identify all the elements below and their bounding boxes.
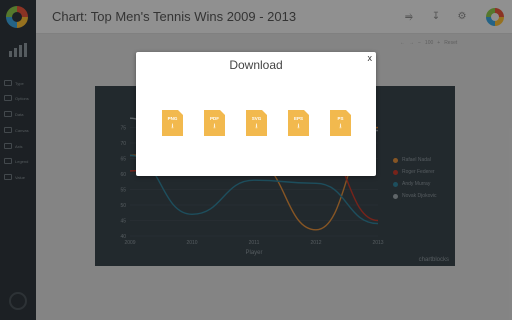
download-arrow-icon: ⭳ xyxy=(171,123,174,130)
format-label: SVG xyxy=(251,116,262,121)
format-label: PDF xyxy=(210,116,219,121)
download-arrow-icon: ⭳ xyxy=(255,123,258,130)
download-arrow-icon: ⭳ xyxy=(213,123,216,130)
download-arrow-icon: ⭳ xyxy=(339,123,342,130)
close-button[interactable]: x xyxy=(368,53,373,63)
download-modal: Download x PNG ⭳ PDF ⭳ SVG ⭳ EPS ⭳ PS ⭳ xyxy=(136,52,376,176)
format-label: EPS xyxy=(293,116,303,121)
download-format-list: PNG ⭳ PDF ⭳ SVG ⭳ EPS ⭳ PS ⭳ xyxy=(162,110,351,136)
format-label: PS xyxy=(337,116,344,121)
download-arrow-icon: ⭳ xyxy=(297,123,300,130)
download-png-button[interactable]: PNG ⭳ xyxy=(162,110,183,136)
download-svg-button[interactable]: SVG ⭳ xyxy=(246,110,267,136)
modal-title: Download xyxy=(229,58,283,72)
download-ps-button[interactable]: PS ⭳ xyxy=(330,110,351,136)
download-eps-button[interactable]: EPS ⭳ xyxy=(288,110,309,136)
download-pdf-button[interactable]: PDF ⭳ xyxy=(204,110,225,136)
format-label: PNG xyxy=(167,116,178,121)
